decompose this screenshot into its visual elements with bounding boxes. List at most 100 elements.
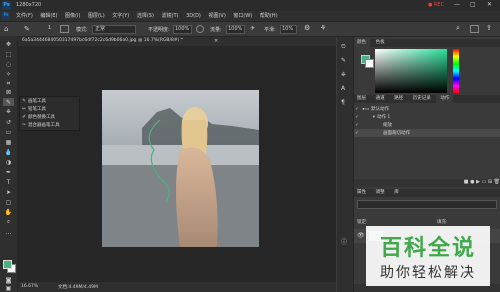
airbrush-icon[interactable]: ✈ [250, 25, 255, 32]
gradient-tool-icon[interactable]: ▦ [3, 138, 14, 146]
menu-file[interactable]: 文件(F) [16, 11, 33, 21]
clone-source-icon[interactable]: ⎈ [341, 71, 346, 79]
maximize-button[interactable]: □ [470, 1, 476, 8]
play-icon[interactable]: ▶ [476, 179, 480, 185]
delete-icon[interactable]: 🗑 [494, 179, 500, 185]
pen-tool-icon[interactable]: ✒ [3, 168, 14, 176]
flyout-item-brush[interactable]: ✎ 画笔工具 [20, 97, 79, 105]
opacity-field[interactable]: 100% [173, 25, 192, 34]
check-icon[interactable]: ✓ [353, 115, 361, 120]
lasso-tool-icon[interactable]: ◌ [3, 60, 14, 68]
color-picker-field[interactable] [375, 49, 447, 93]
tab-adjustments[interactable]: 调整 [372, 189, 389, 197]
tab-close-icon[interactable]: × [214, 38, 218, 44]
menu-filter[interactable]: 滤镜(T) [162, 11, 179, 21]
eye-icon[interactable]: 👁 [357, 232, 365, 239]
menu-edit[interactable]: 编辑(E) [40, 11, 57, 21]
new-set-icon[interactable]: ▭ [482, 179, 487, 185]
action-step-row-selected[interactable]: ✓ 画面裁切动作 [353, 129, 500, 137]
check-icon[interactable]: ✓ [353, 107, 361, 112]
menu-3d[interactable]: 3D(D) [186, 11, 201, 21]
pressure-opacity-icon[interactable] [196, 25, 204, 33]
canvas-area[interactable] [18, 47, 336, 282]
tab-libraries[interactable]: 库 [390, 189, 403, 197]
tab-actions[interactable]: 动作 [436, 95, 454, 103]
check-icon[interactable]: ✓ [353, 131, 361, 136]
frame-tool-icon[interactable]: ⊠ [3, 88, 14, 96]
flyout-item-color-replace[interactable]: ✐ 颜色替换工具 [20, 113, 79, 121]
flow-field[interactable]: 100% [226, 25, 245, 34]
tab-layers[interactable]: 图层 [353, 95, 370, 103]
blur-tool-icon[interactable]: 💧 [3, 148, 14, 156]
marquee-tool-icon[interactable]: ⬚ [3, 50, 14, 58]
menu-type[interactable]: 文字(Y) [112, 11, 129, 21]
workspace-icon[interactable] [470, 25, 479, 33]
menu-window[interactable]: 窗口(W) [233, 11, 252, 21]
action-set-row[interactable]: ✓ ▸▭ 默认动作 [353, 105, 500, 113]
tab-swatches[interactable]: 色板 [372, 39, 389, 47]
brush-tools-flyout: ✎ 画笔工具 ✏ 铅笔工具 ✐ 颜色替换工具 ✑ 混合器画笔工具 [19, 96, 80, 131]
dodge-tool-icon[interactable]: ◑ [3, 158, 14, 166]
zoom-level[interactable]: 16.67% [21, 284, 38, 289]
stop-icon[interactable]: ■ [464, 179, 469, 185]
stamp-tool-icon[interactable]: ⎈ [3, 108, 14, 116]
minimize-button[interactable]: — [454, 1, 460, 8]
tab-history[interactable]: 历史记录 [409, 95, 435, 103]
character-panel-icon[interactable]: A [341, 85, 345, 92]
quick-select-tool-icon[interactable]: ✧ [3, 70, 14, 78]
brush-preset-icon[interactable]: ✎ [24, 25, 30, 33]
hand-tool-icon[interactable]: ✋ [3, 208, 14, 216]
move-tool-icon[interactable]: ✥ [3, 40, 14, 48]
menu-view[interactable]: 视图(V) [208, 11, 225, 21]
bg-color-chip[interactable] [365, 59, 374, 68]
history-panel-icon[interactable]: ⏲ [341, 43, 346, 51]
new-action-icon[interactable]: ⊞ [488, 179, 492, 185]
zoom-tool-icon[interactable]: ⌕ [3, 218, 14, 226]
more-tools-icon[interactable]: … [3, 228, 14, 236]
check-icon[interactable]: ✓ [353, 123, 361, 128]
brush-settings-icon[interactable]: ✎ [341, 57, 346, 64]
brush-panel-icon[interactable] [60, 25, 69, 33]
search-icon[interactable]: ⌕ [456, 24, 460, 33]
smoothing-options-icon[interactable]: ⚙ [304, 24, 310, 32]
share-icon[interactable]: ⇪ [486, 24, 492, 32]
paragraph-panel-icon[interactable]: ¶ [341, 99, 345, 106]
tab-color[interactable]: 颜色 [353, 39, 370, 47]
brush-tool-icon[interactable]: ✎ [3, 98, 14, 106]
menu-image[interactable]: 图像(I) [65, 11, 80, 21]
menu-bar: Ps 文件(F) 编辑(E) 图像(I) 图层(L) 文字(Y) 选择(S) 滤… [0, 11, 500, 22]
close-button[interactable]: ✕ [487, 1, 492, 8]
home-icon[interactable]: ⌂ [4, 25, 8, 33]
record-icon[interactable]: ● [470, 179, 474, 185]
menu-layer[interactable]: 图层(L) [88, 11, 105, 21]
layer-filter-row[interactable] [357, 200, 497, 209]
watermark-subtitle: 助你轻松解决 [380, 265, 476, 281]
action-row[interactable]: ✓ ▾ 动作 1 [353, 113, 500, 121]
mode-select[interactable]: 正常 [92, 25, 136, 34]
foreground-color-swatch[interactable] [3, 260, 12, 269]
quick-mask-icon[interactable]: ◙ [3, 276, 14, 284]
info-panel-icon[interactable]: ⓘ [341, 237, 347, 246]
screen-mode-icon[interactable]: ▣ [3, 284, 14, 292]
menu-help[interactable]: 帮助(H) [260, 11, 278, 21]
flyout-item-mixer-brush[interactable]: ✑ 混合器画笔工具 [20, 121, 79, 129]
smooth-field[interactable]: 10% [280, 25, 297, 34]
brush-size-value[interactable]: 1 [48, 25, 51, 31]
shape-tool-icon[interactable]: ▢ [3, 198, 14, 206]
expand-icon: ▾ [372, 114, 375, 120]
photo-canvas[interactable] [102, 90, 259, 247]
document-tab[interactable]: 6a5a3444684050317497bc6df72c2c6d9b06a0.j… [22, 38, 183, 43]
menu-select[interactable]: 选择(S) [137, 11, 154, 21]
tab-properties[interactable]: 属性 [353, 189, 370, 197]
crop-tool-icon[interactable]: ⌗ [3, 80, 14, 88]
path-select-icon[interactable]: ➤ [3, 188, 14, 196]
flyout-item-pencil[interactable]: ✏ 铅笔工具 [20, 105, 79, 113]
action-step-row[interactable]: ✓ 缩放 [353, 121, 500, 129]
history-brush-icon[interactable]: ↺ [3, 118, 14, 126]
eraser-tool-icon[interactable]: ▭ [3, 128, 14, 136]
tab-paths[interactable]: 路径 [390, 95, 407, 103]
tab-channels[interactable]: 通道 [372, 95, 389, 103]
hue-slider[interactable] [453, 49, 459, 93]
type-tool-icon[interactable]: T [3, 178, 14, 186]
symmetry-icon[interactable]: ⚘ [320, 24, 326, 32]
